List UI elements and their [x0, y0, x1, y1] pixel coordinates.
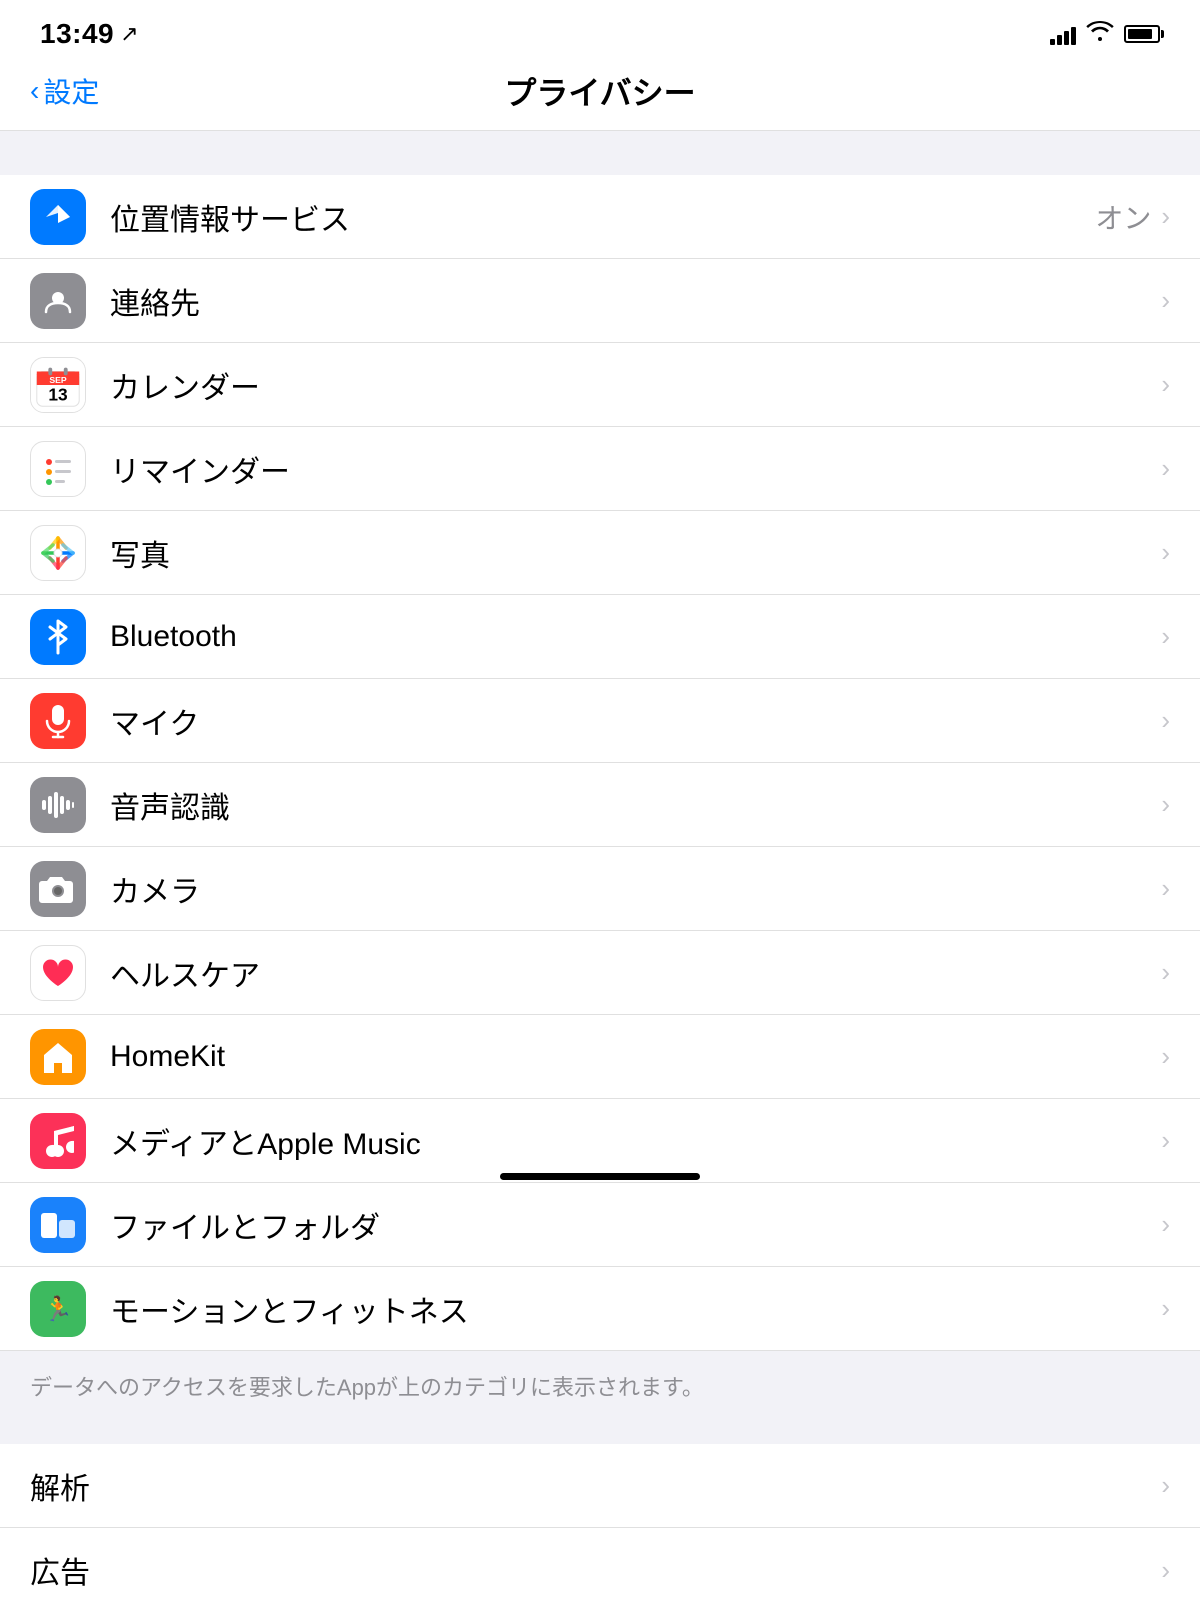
svg-text:SEP: SEP [49, 375, 67, 385]
bottom-section: 解析 › 広告 › [0, 1444, 1200, 1612]
svg-text:🏃: 🏃 [43, 1295, 73, 1323]
list-item-analytics[interactable]: 解析 › [0, 1444, 1200, 1528]
apple-music-icon [30, 1113, 86, 1169]
nav-header: ‹ 設定 プライバシー [0, 60, 1200, 131]
list-item-fitness[interactable]: 🏃 モーションとフィットネス › [0, 1267, 1200, 1351]
location-label: 位置情報サービス [110, 195, 1095, 239]
contacts-label: 連絡先 [110, 279, 1161, 323]
svg-text:13: 13 [48, 384, 68, 404]
analytics-label: 解析 [30, 1464, 1161, 1508]
apple-music-label: メディアとApple Music [110, 1119, 1161, 1163]
camera-icon [30, 861, 86, 917]
page-title: プライバシー [504, 68, 695, 114]
list-item-homekit[interactable]: HomeKit › [0, 1015, 1200, 1099]
microphone-label: マイク [110, 699, 1161, 743]
section-header [0, 131, 1200, 175]
list-item-bluetooth[interactable]: Bluetooth › [0, 595, 1200, 679]
files-icon [30, 1197, 86, 1253]
calendar-chevron-icon: › [1161, 369, 1170, 400]
back-chevron-icon: ‹ [30, 75, 39, 107]
reminders-icon [30, 441, 86, 497]
analytics-chevron-icon: › [1161, 1470, 1170, 1501]
photos-chevron-icon: › [1161, 537, 1170, 568]
section-spacer [0, 1424, 1200, 1444]
list-item-advertising[interactable]: 広告 › [0, 1528, 1200, 1612]
location-chevron-icon: › [1161, 201, 1170, 232]
reminders-label: リマインダー [110, 447, 1161, 491]
health-icon [30, 945, 86, 1001]
health-label: ヘルスケア [110, 951, 1161, 995]
contacts-chevron-icon: › [1161, 285, 1170, 316]
list-item-speech[interactable]: 音声認識 › [0, 763, 1200, 847]
status-time: 13:49 [40, 18, 114, 50]
contacts-icon [30, 273, 86, 329]
speech-chevron-icon: › [1161, 789, 1170, 820]
advertising-label: 広告 [30, 1548, 1161, 1592]
camera-label: カメラ [110, 867, 1161, 911]
reminders-chevron-icon: › [1161, 453, 1170, 484]
homekit-chevron-icon: › [1161, 1041, 1170, 1072]
location-arrow-icon: ↗ [120, 21, 138, 47]
status-bar: 13:49 ↗ [0, 0, 1200, 60]
location-icon [30, 189, 86, 245]
files-chevron-icon: › [1161, 1209, 1170, 1240]
bluetooth-chevron-icon: › [1161, 621, 1170, 652]
back-button[interactable]: ‹ 設定 [30, 71, 99, 111]
health-chevron-icon: › [1161, 957, 1170, 988]
calendar-icon: 13 SEP [30, 357, 86, 413]
phone-screen: 13:49 ↗ ‹ 設定 [0, 0, 1200, 1200]
speech-recognition-icon [30, 777, 86, 833]
list-item-health[interactable]: ヘルスケア › [0, 931, 1200, 1015]
list-item-files[interactable]: ファイルとフォルダ › [0, 1183, 1200, 1267]
list-item-photos[interactable]: 写真 › [0, 511, 1200, 595]
status-icons [1050, 20, 1160, 48]
photos-label: 写真 [110, 531, 1161, 575]
speech-recognition-label: 音声認識 [110, 783, 1161, 827]
fitness-label: モーションとフィットネス [110, 1287, 1161, 1331]
bluetooth-label: Bluetooth [110, 620, 1161, 654]
list-item-microphone[interactable]: マイク › [0, 679, 1200, 763]
battery-icon [1124, 25, 1160, 43]
camera-chevron-icon: › [1161, 873, 1170, 904]
footer-note-text: データへのアクセスを要求したAppが上のカテゴリに表示されます。 [30, 1375, 704, 1400]
microphone-chevron-icon: › [1161, 705, 1170, 736]
list-item-location[interactable]: 位置情報サービス オン › [0, 175, 1200, 259]
homekit-label: HomeKit [110, 1040, 1161, 1074]
list-item-contacts[interactable]: 連絡先 › [0, 259, 1200, 343]
homekit-icon [30, 1029, 86, 1085]
home-bar [500, 1173, 700, 1180]
location-value: オン [1095, 197, 1151, 237]
list-item-calendar[interactable]: 13 SEP カレンダー › [0, 343, 1200, 427]
wifi-icon [1086, 20, 1114, 48]
fitness-chevron-icon: › [1161, 1293, 1170, 1324]
home-indicator [0, 1163, 1200, 1190]
advertising-chevron-icon: › [1161, 1555, 1170, 1586]
bluetooth-icon [30, 609, 86, 665]
microphone-icon [30, 693, 86, 749]
calendar-label: カレンダー [110, 363, 1161, 407]
apple-music-chevron-icon: › [1161, 1125, 1170, 1156]
photos-icon [30, 525, 86, 581]
signal-bars-icon [1050, 23, 1076, 45]
fitness-icon: 🏃 [30, 1281, 86, 1337]
footer-note: データへのアクセスを要求したAppが上のカテゴリに表示されます。 [0, 1351, 1200, 1424]
list-item-reminders[interactable]: リマインダー › [0, 427, 1200, 511]
files-label: ファイルとフォルダ [110, 1203, 1161, 1247]
list-item-camera[interactable]: カメラ › [0, 847, 1200, 931]
back-label: 設定 [43, 71, 99, 111]
